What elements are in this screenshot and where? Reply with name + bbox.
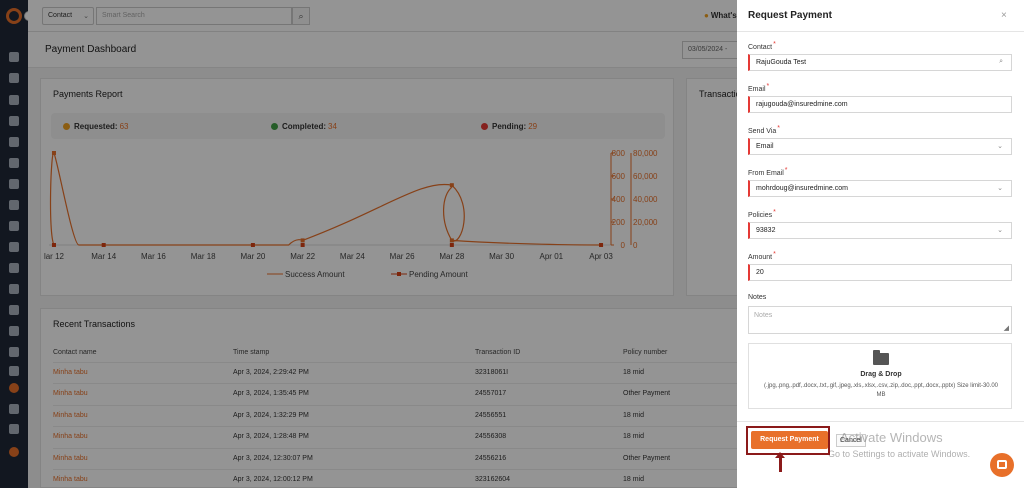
policies-label: Policies* xyxy=(748,209,776,219)
email-value: rajugouda@insuredmine.com xyxy=(756,101,848,108)
drawer-title: Request Payment xyxy=(748,10,832,21)
windows-watermark-title: Activate Windows xyxy=(840,430,943,445)
chevron-down-icon: ⌄ xyxy=(997,227,1003,234)
email-field[interactable]: rajugouda@insuredmine.com xyxy=(748,96,1012,113)
request-payment-button[interactable]: Request Payment xyxy=(751,431,828,449)
amount-label-text: Amount xyxy=(748,254,773,261)
send-via-value: Email xyxy=(756,143,774,150)
policies-value: 93832 xyxy=(756,227,776,234)
drop-hint: (.jpg,.png,.pdf,.docx,.txt,.gif,.jpeg,.x… xyxy=(764,383,998,398)
send-via-label: Send Via* xyxy=(748,125,780,135)
chevron-down-icon: ⌄ xyxy=(997,143,1003,150)
policies-select[interactable]: 93832 ⌄ xyxy=(748,222,1012,239)
windows-watermark-subtitle: Go to Settings to activate Windows. xyxy=(828,449,971,459)
required-marker: * xyxy=(766,83,770,90)
required-marker: * xyxy=(773,251,776,258)
send-via-label-text: Send Via xyxy=(748,128,777,135)
send-via-select[interactable]: Email ⌄ xyxy=(748,138,1012,155)
contact-field[interactable]: RajuGouda Test ⌕ xyxy=(748,54,1012,71)
required-marker: * xyxy=(777,125,781,132)
policies-label-text: Policies xyxy=(748,212,773,219)
folder-icon xyxy=(873,350,889,365)
from-email-value: mohrdoug@insuredmine.com xyxy=(756,185,848,192)
amount-value: 20 xyxy=(756,269,764,276)
required-marker: * xyxy=(784,167,788,174)
amount-input[interactable]: 20 xyxy=(748,264,1012,281)
chat-support-button[interactable] xyxy=(990,453,1014,477)
contact-value: RajuGouda Test xyxy=(756,59,807,66)
annotation-arrow-icon xyxy=(775,452,785,472)
search-icon: ⌕ xyxy=(999,58,1003,65)
notes-textarea[interactable]: Notes ◢ xyxy=(748,306,1012,334)
contact-label-text: Contact xyxy=(748,44,773,51)
email-label-text: Email xyxy=(748,86,766,93)
amount-label: Amount* xyxy=(748,251,776,261)
resize-grip-icon[interactable]: ◢ xyxy=(1004,324,1009,332)
drawer-divider xyxy=(737,31,1024,32)
contact-label: Contact* xyxy=(748,41,776,51)
from-email-label: From Email* xyxy=(748,167,788,177)
request-payment-drawer: Request Payment × Contact* RajuGouda Tes… xyxy=(737,0,1024,488)
notes-label: Notes xyxy=(748,294,767,301)
chat-icon xyxy=(997,460,1007,469)
from-email-select[interactable]: mohrdoug@insuredmine.com ⌄ xyxy=(748,180,1012,197)
file-drop-zone[interactable]: Drag & Drop (.jpg,.png,.pdf,.docx,.txt,.… xyxy=(748,343,1012,409)
footer-divider xyxy=(737,421,1024,422)
required-marker: * xyxy=(773,41,776,48)
drop-title: Drag & Drop xyxy=(860,371,902,378)
required-marker: * xyxy=(773,209,776,216)
chevron-down-icon: ⌄ xyxy=(997,185,1003,192)
from-email-label-text: From Email xyxy=(748,170,784,177)
email-label: Email* xyxy=(748,83,769,93)
close-icon[interactable]: × xyxy=(1001,10,1007,21)
notes-placeholder: Notes xyxy=(754,312,773,319)
